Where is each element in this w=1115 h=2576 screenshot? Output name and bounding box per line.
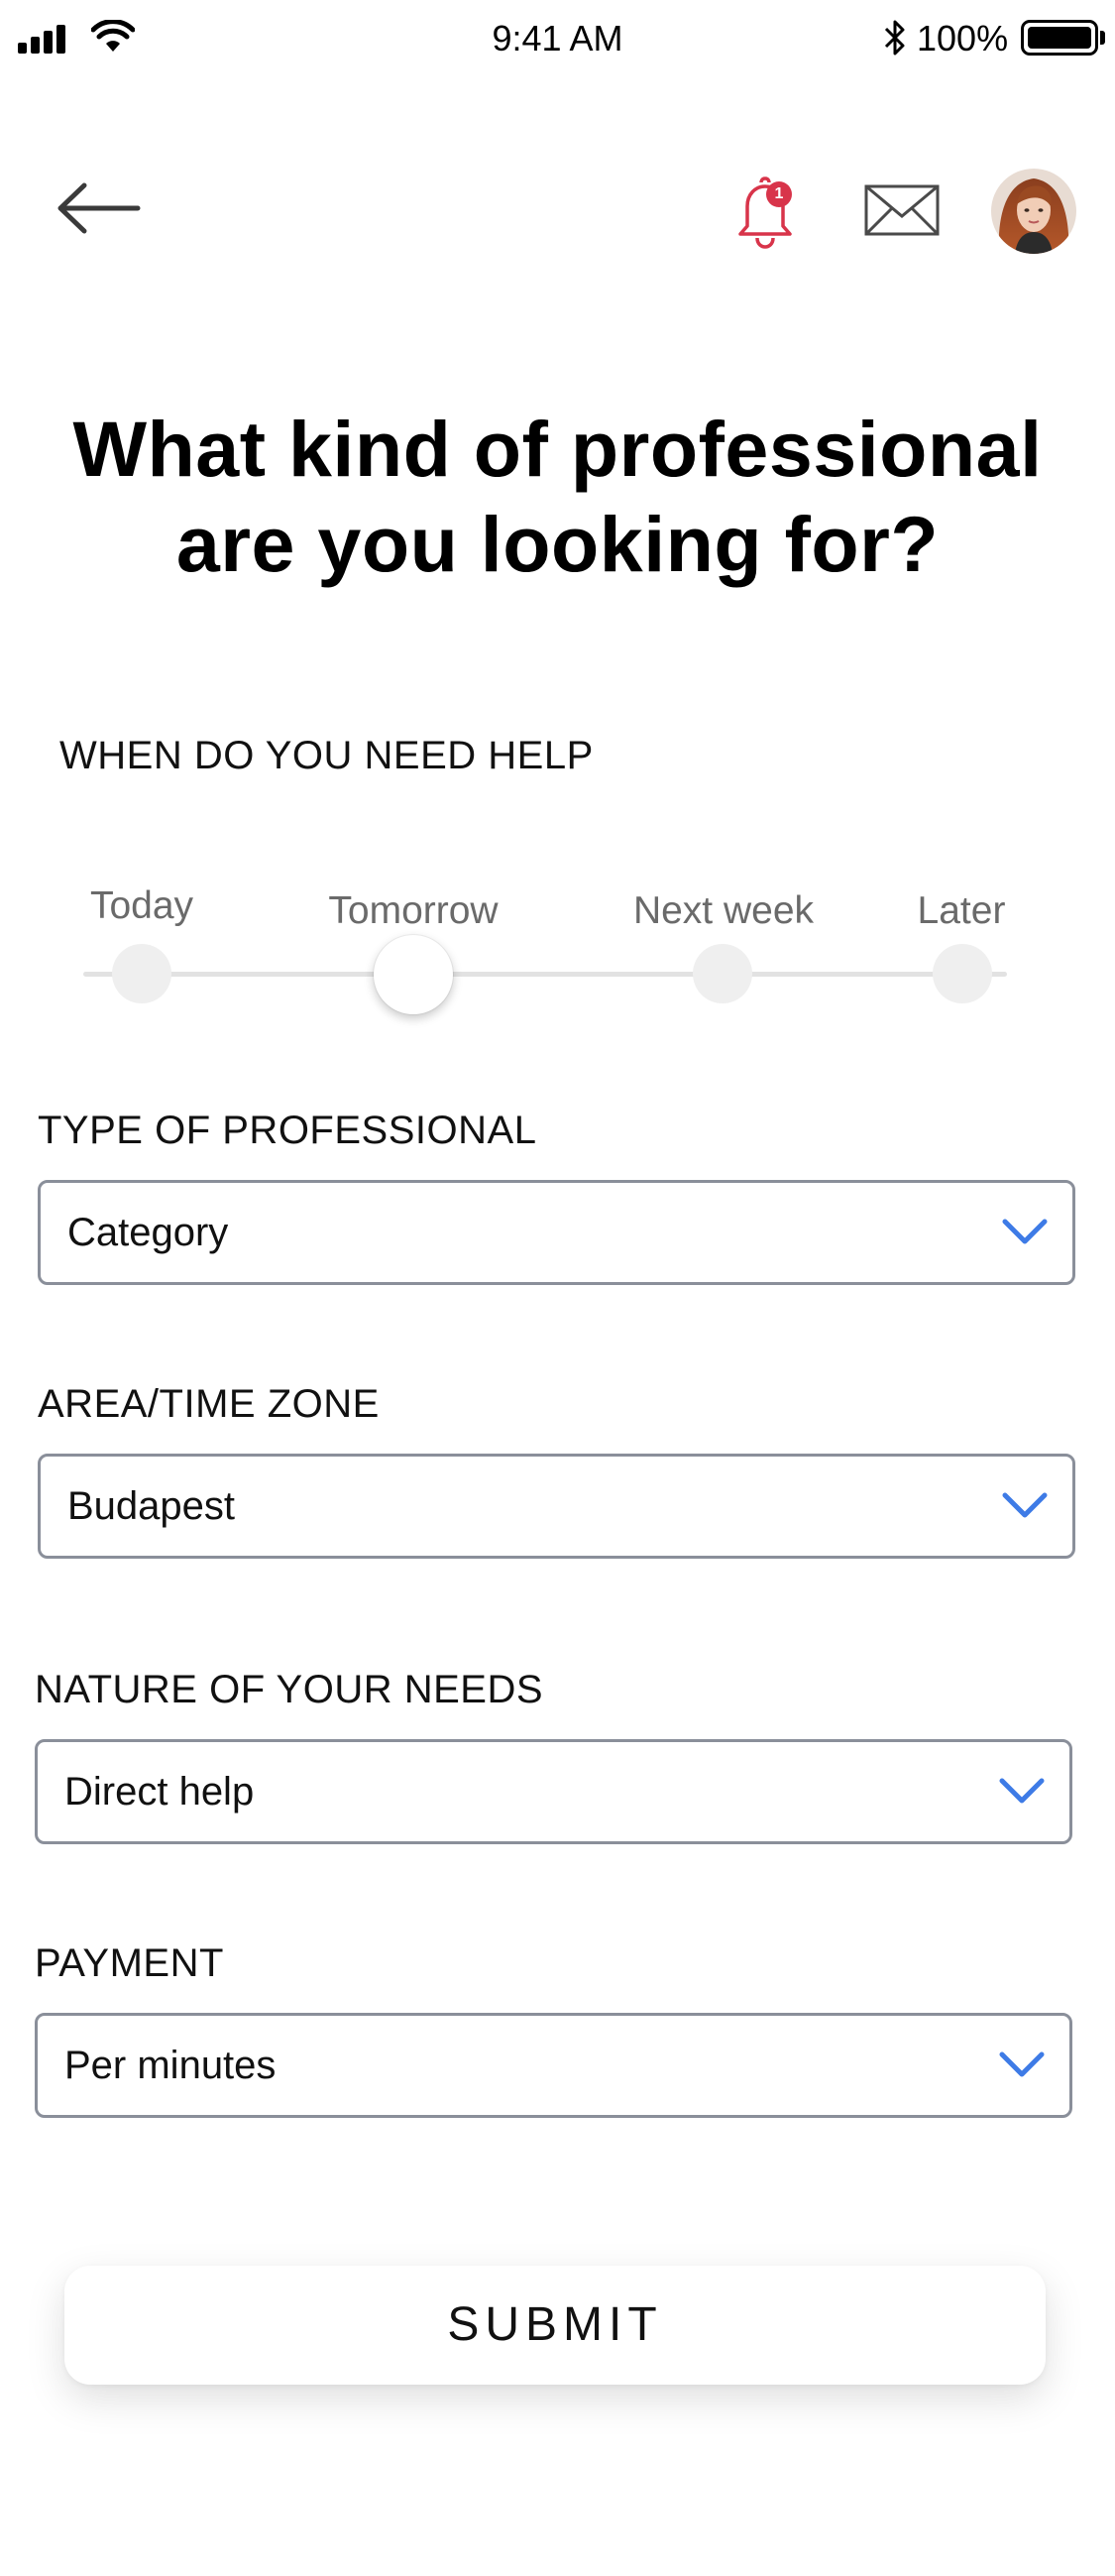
option-today[interactable]: Today [84, 884, 199, 928]
slider-stop-later[interactable] [933, 944, 992, 1003]
nature-label: NATURE OF YOUR NEEDS [35, 1668, 544, 1711]
type-select[interactable]: Category [38, 1180, 1075, 1285]
notifications-button[interactable]: 1 [728, 176, 798, 251]
area-label: AREA/TIME ZONE [38, 1382, 380, 1426]
nature-select[interactable]: Direct help [35, 1739, 1072, 1844]
avatar-image [991, 169, 1076, 254]
area-select[interactable]: Budapest [38, 1454, 1075, 1559]
envelope-icon [864, 184, 940, 236]
battery-cap [1100, 31, 1105, 45]
when-label: WHEN DO YOU NEED HELP [59, 734, 594, 777]
slider-stop-today[interactable] [112, 944, 171, 1003]
payment-label: PAYMENT [35, 1941, 224, 1985]
bluetooth-icon [884, 20, 905, 56]
option-tomorrow[interactable]: Tomorrow [314, 889, 512, 933]
messages-button[interactable] [862, 180, 942, 240]
page-title: What kind of professional are you lookin… [72, 405, 1043, 588]
battery-icon [1021, 20, 1098, 56]
payment-select[interactable]: Per minutes [35, 2013, 1072, 2118]
slider-stop-next-week[interactable] [693, 944, 752, 1003]
chevron-down-icon [1002, 1492, 1048, 1518]
battery-percentage: 100% [917, 18, 1009, 59]
option-later[interactable]: Later [897, 889, 1026, 933]
nature-select-value: Direct help [64, 1770, 255, 1814]
slider-thumb[interactable] [374, 935, 453, 1014]
user-avatar[interactable] [991, 169, 1076, 254]
chevron-down-icon [1002, 1219, 1048, 1244]
back-button[interactable] [55, 174, 144, 243]
submit-button[interactable]: SUBMIT [64, 2266, 1046, 2385]
chevron-down-icon [999, 1778, 1045, 1804]
notification-badge: 1 [766, 181, 792, 207]
arrow-left-icon [57, 182, 141, 234]
option-next-week[interactable]: Next week [614, 889, 833, 933]
slider-track [83, 972, 1007, 977]
status-bar: 9:41 AM 100% [0, 0, 1115, 79]
area-select-value: Budapest [67, 1484, 236, 1528]
chevron-down-icon [999, 2051, 1045, 2077]
type-label: TYPE OF PROFESSIONAL [38, 1109, 537, 1152]
when-slider[interactable]: Today Tomorrow Next week Later [79, 873, 1011, 1021]
payment-select-value: Per minutes [64, 2044, 277, 2087]
type-select-value: Category [67, 1211, 229, 1254]
